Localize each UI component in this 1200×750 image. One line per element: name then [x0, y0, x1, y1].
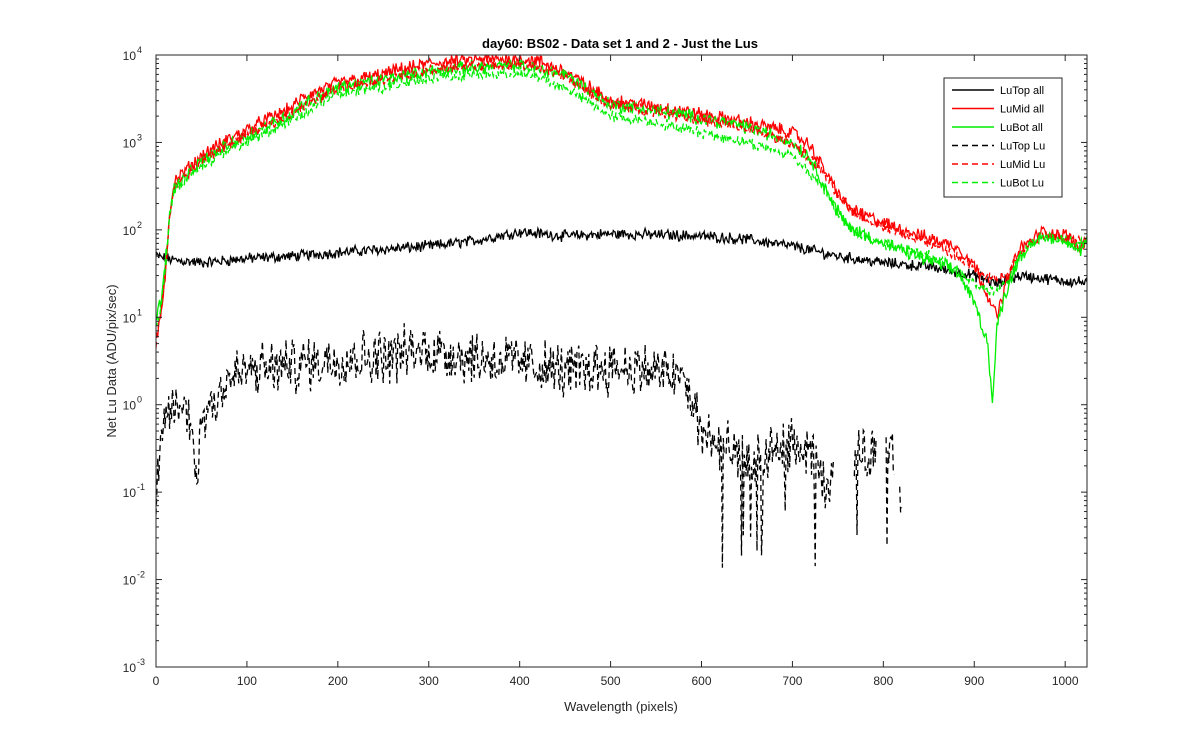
- y-tick-label: 10: [123, 311, 137, 325]
- legend-label-3: LuTop Lu: [1000, 141, 1045, 153]
- y-axis-label: Net Lu Data (ADU/pix/sec): [104, 284, 119, 437]
- chart: day60: BS02 - Data set 1 and 2 - Just th…: [0, 0, 1200, 750]
- y-tick-exponent: 3: [137, 132, 142, 142]
- y-tick-exponent: 1: [137, 307, 142, 317]
- x-tick-label: 100: [237, 674, 257, 688]
- y-tick-exponent: -2: [137, 570, 145, 580]
- x-tick-label: 800: [873, 674, 893, 688]
- y-tick-label: 10: [123, 136, 137, 150]
- x-tick-label: 500: [601, 674, 621, 688]
- chart-title: day60: BS02 - Data set 1 and 2 - Just th…: [482, 36, 758, 51]
- legend-label-5: LuBot Lu: [1000, 178, 1044, 190]
- x-tick-label: 1000: [1052, 674, 1079, 688]
- legend-label-4: LuMid Lu: [1000, 159, 1045, 171]
- plot-area: 0 100 200 300 400 500 600 700 800 900 1000 10 -310-…: [123, 45, 1088, 688]
- y-tick-label: 10: [123, 661, 137, 675]
- y-tick-label: 10: [123, 574, 137, 588]
- x-tick-label: 400: [510, 674, 530, 688]
- x-tick-label: 300: [419, 674, 439, 688]
- y-tick-label: 10: [123, 486, 137, 500]
- x-tick-label: 900: [964, 674, 984, 688]
- x-tick-label: 600: [691, 674, 711, 688]
- legend-label-2: LuBot all: [1000, 122, 1043, 134]
- x-tick-label: 0: [153, 674, 160, 688]
- x-tick-label: 700: [782, 674, 802, 688]
- y-tick-exponent: -3: [137, 657, 145, 667]
- legend-label-0: LuTop all: [1000, 85, 1044, 97]
- y-tick-exponent: -1: [137, 482, 145, 492]
- y-tick-label: 10: [123, 399, 137, 413]
- y-tick-exponent: 2: [137, 220, 142, 230]
- y-tick-exponent: 4: [137, 45, 142, 55]
- legend-label-1: LuMid all: [1000, 104, 1044, 116]
- x-tick-label: 200: [328, 674, 348, 688]
- y-tick-exponent: 0: [137, 395, 142, 405]
- x-axis-label: Wavelength (pixels): [564, 699, 678, 714]
- y-tick-label: 10: [123, 49, 137, 63]
- legend: LuTop all LuMid all LuBot all LuTop Lu LuMid…: [943, 77, 1063, 198]
- y-tick-label: 10: [123, 224, 137, 238]
